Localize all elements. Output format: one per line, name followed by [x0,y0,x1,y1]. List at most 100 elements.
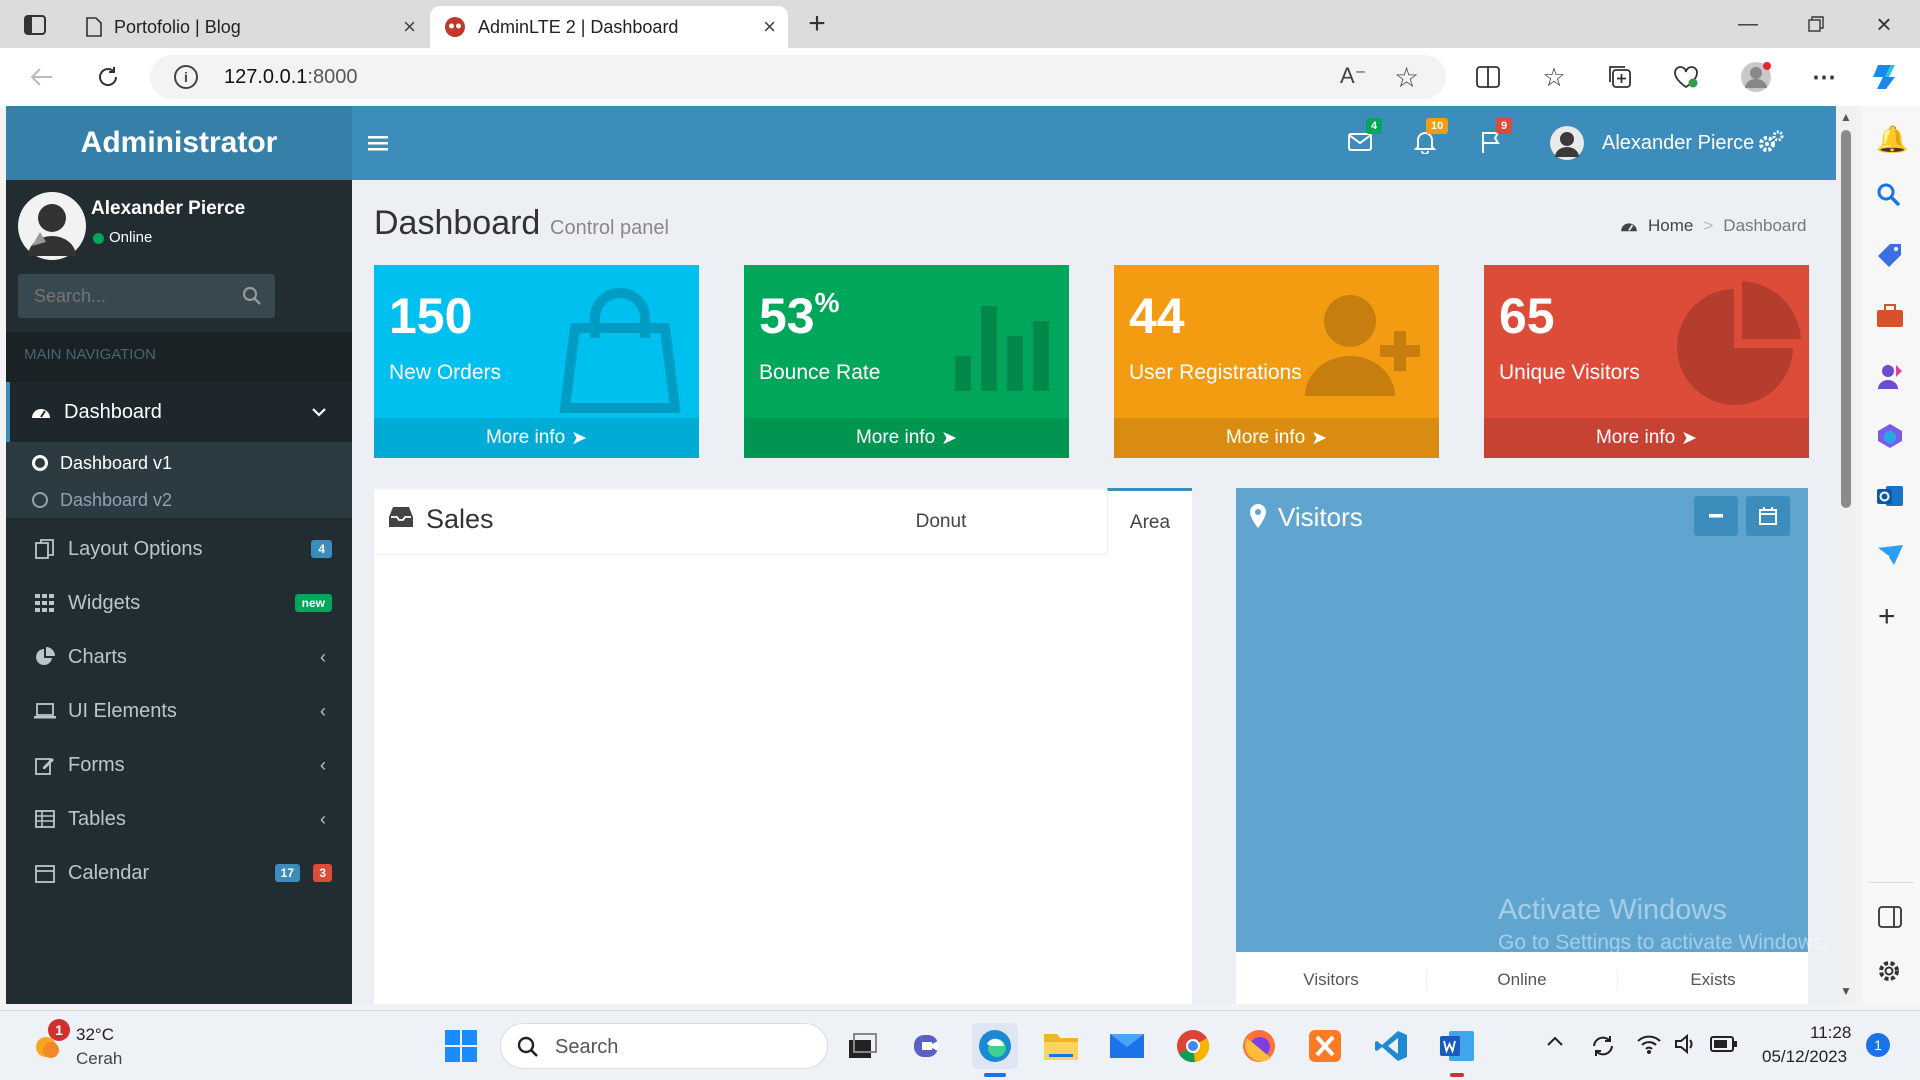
firefox-icon[interactable] [1236,1023,1282,1069]
taskbar-search-label: Search [555,1036,619,1058]
more-info-link[interactable]: More info ➤ [1114,418,1439,458]
battery-icon[interactable] [1710,1035,1738,1053]
browser-tab-active[interactable]: AdminLTE 2 | Dashboard × [430,6,788,48]
site-info-icon[interactable]: i [174,65,198,89]
address-bar[interactable]: i 127.0.0.1:8000 A⁻ ☆ [150,55,1446,99]
sidebar-item-charts[interactable]: Charts ‹ [6,626,352,688]
submenu-item-dashboard-v1[interactable]: Dashboard v1 [32,448,172,478]
outlook-icon[interactable] [1876,482,1904,510]
tab-actions-icon[interactable] [20,10,50,40]
edge-sidebar: 🔔 + [1862,106,1920,1004]
more-options-icon[interactable]: ⋯ [1806,60,1842,94]
xampp-icon[interactable] [1302,1023,1348,1069]
page-icon [86,17,102,37]
shopping-tag-icon[interactable] [1876,242,1904,270]
box-label: New Orders [389,361,502,384]
weather-temp[interactable]: 32°C [76,1025,114,1045]
tab-title: Portofolio | Blog [114,16,241,37]
games-icon[interactable] [1876,362,1904,390]
hide-sidebar-icon[interactable] [1878,906,1902,928]
arrow-circle-right-icon: ➤ [1311,427,1328,449]
wifi-icon[interactable] [1636,1033,1662,1055]
close-tab-icon[interactable]: × [403,14,416,40]
sidebar-item-ui-elements[interactable]: UI Elements ‹ [6,680,352,742]
chrome-icon[interactable] [1170,1023,1216,1069]
edit-icon [32,755,58,775]
sidebar-divider [1868,882,1914,883]
active-app-indicator [984,1073,1006,1077]
favorites-icon[interactable]: ☆ [1536,60,1572,94]
sidebar-item-tables[interactable]: Tables ‹ [6,788,352,850]
favorite-star-icon[interactable]: ☆ [1394,61,1419,94]
vertical-scrollbar[interactable]: ▲ ▼ [1836,106,1856,1004]
scroll-up-icon[interactable]: ▲ [1840,110,1852,124]
scrollbar-thumb[interactable] [1841,130,1851,508]
volume-icon[interactable] [1674,1033,1698,1055]
tab-area[interactable]: Area [1107,488,1192,554]
notification-count-badge[interactable]: 1 [1866,1033,1890,1057]
notification-bell-icon[interactable]: 🔔 [1876,124,1908,155]
collections-icon[interactable] [1602,60,1638,94]
browser-essentials-icon[interactable] [1668,60,1704,94]
submenu-item-dashboard-v2[interactable]: Dashboard v2 [32,485,172,515]
vscode-icon[interactable] [1368,1023,1414,1069]
show-hidden-icons-chevron-icon[interactable] [1546,1035,1564,1047]
file-explorer-icon[interactable] [1038,1023,1084,1069]
activate-windows-watermark: Activate Windows Go to Settings to activ… [1498,894,1830,954]
sidebar-item-calendar[interactable]: Calendar 17 3 [6,842,352,904]
sync-icon[interactable] [1590,1033,1616,1059]
minimize-icon[interactable]: — [1728,8,1768,40]
inbox-icon [388,506,414,528]
search-icon[interactable] [1876,182,1902,208]
browser-tab[interactable]: Portofolio | Blog × [72,6,428,48]
sidebar-item-layout-options[interactable]: Layout Options 4 [6,518,352,580]
settings-gear-icon[interactable] [1876,958,1902,984]
teams-chat-icon[interactable] [906,1023,952,1069]
sidebar-toggle-icon[interactable] [366,132,390,154]
sidebar-search-input[interactable] [18,274,228,318]
settings-gears-icon[interactable] [1758,130,1784,154]
edge-browser-icon[interactable] [972,1023,1018,1069]
tasks-badge: 9 [1496,118,1513,134]
messages-icon[interactable] [1348,132,1372,152]
dashboard-gauge-icon [1620,219,1638,233]
more-info-link[interactable]: More info ➤ [1484,418,1809,458]
profile-avatar-icon[interactable] [1738,60,1774,94]
close-tab-icon[interactable]: × [763,14,776,40]
new-tab-icon[interactable]: + [800,7,834,40]
mail-icon[interactable] [1104,1023,1150,1069]
add-icon[interactable]: + [1878,600,1896,634]
clock-time[interactable]: 11:28 [1810,1023,1851,1043]
sidebar-item-forms[interactable]: Forms ‹ [6,734,352,796]
copilot-icon[interactable] [1868,60,1904,94]
scroll-down-icon[interactable]: ▼ [1840,984,1852,998]
read-aloud-icon[interactable]: A⁻ [1340,63,1366,89]
taskbar-search[interactable]: Search [500,1023,828,1069]
minus-icon[interactable] [1694,496,1738,536]
navbar-user-name[interactable]: Alexander Pierce [1602,132,1754,155]
windows-start-icon[interactable] [438,1023,484,1069]
app-logo[interactable]: Administrator [6,106,352,180]
task-view-icon[interactable] [840,1023,886,1069]
calendar-icon[interactable] [1746,496,1790,536]
send-icon[interactable] [1876,544,1904,566]
sidebar-item-widgets[interactable]: Widgets new [6,572,352,634]
word-icon[interactable] [1434,1023,1480,1069]
microsoft-365-icon[interactable] [1876,422,1904,450]
user-panel-avatar [18,192,86,260]
close-window-icon[interactable]: × [1864,8,1904,40]
user-avatar[interactable] [1550,126,1584,160]
more-info-link[interactable]: More info ➤ [744,418,1069,458]
clock-date[interactable]: 05/12/2023 [1762,1047,1847,1067]
tools-briefcase-icon[interactable] [1876,304,1904,328]
breadcrumb-home[interactable]: Home [1648,216,1693,236]
refresh-icon[interactable] [90,60,126,94]
tab-donut[interactable]: Donut [886,490,996,554]
breadcrumb: Home > Dashboard [1620,216,1806,236]
restore-icon[interactable] [1796,8,1836,40]
more-info-link[interactable]: More info ➤ [374,418,699,458]
search-icon[interactable] [242,286,262,306]
back-icon[interactable] [24,60,60,94]
sidebar-item-dashboard[interactable]: Dashboard [6,382,352,442]
split-screen-icon[interactable] [1470,60,1506,94]
